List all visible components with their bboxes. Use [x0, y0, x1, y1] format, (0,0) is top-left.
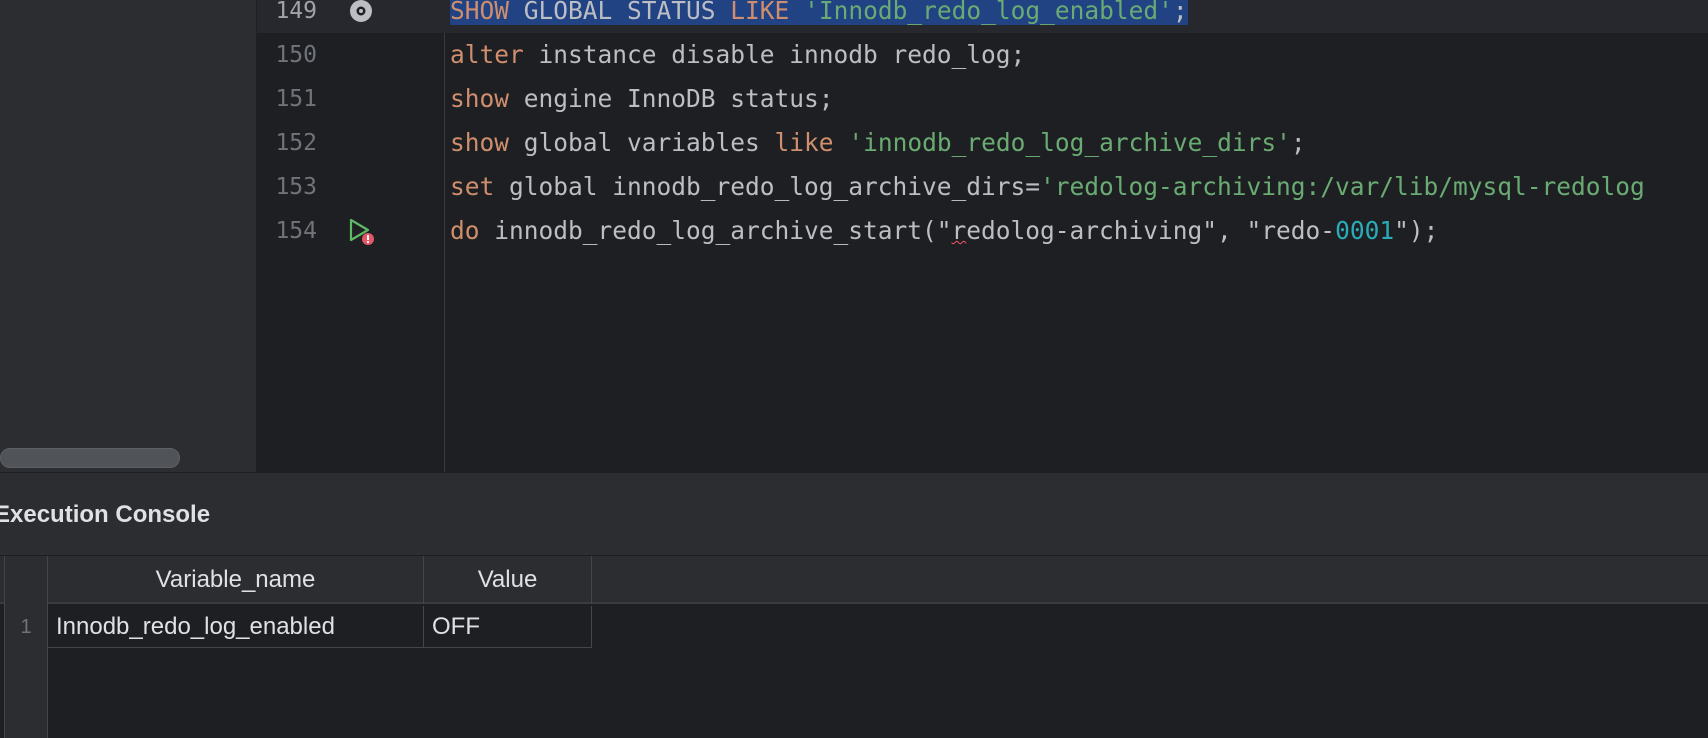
code-token: global variables [509, 128, 775, 157]
code-token: ; [1290, 128, 1306, 157]
tool-window-title: Execution Console [0, 501, 211, 528]
code-token: show [450, 128, 510, 157]
tool-window-header: Execution Console [0, 473, 1708, 555]
code-line[interactable]: 151 show engine InnoDB status; [257, 77, 1708, 121]
code-token: 'innodb_redo_log_archive_dirs' [848, 128, 1291, 157]
code-token: do [450, 216, 480, 245]
code-text[interactable]: show global variables like 'innodb_redo_… [450, 121, 1306, 165]
code-line[interactable]: 149 SHOW GLOBAL STATUS LIKE 'Innodb_redo_… [257, 0, 1708, 33]
column-header-value[interactable]: Value [424, 556, 592, 604]
code-token: edolog-archiving", "redo- [966, 216, 1336, 245]
column-header-variable-name[interactable]: Variable_name [48, 556, 424, 604]
code-token: SHOW [450, 0, 510, 25]
code-text[interactable]: alter instance disable innodb redo_log; [450, 33, 1025, 77]
table-cell-value[interactable]: OFF [424, 606, 592, 648]
horizontal-scrollbar[interactable] [0, 448, 180, 468]
line-number[interactable]: 154 [257, 209, 317, 253]
code-token: GLOBAL STATUS [509, 0, 731, 25]
code-token: r [951, 216, 967, 245]
code-token: 'Innodb_redo_log_enabled' [804, 0, 1173, 25]
code-line[interactable]: 154 do innodb_redo_log_archive_start("red… [257, 209, 1708, 253]
result-grid[interactable]: Variable_name Value 1 Innodb_redo_log_en… [0, 556, 1708, 738]
code-token: set [450, 172, 495, 201]
gear-icon[interactable] [347, 0, 375, 25]
code-text[interactable]: do innodb_redo_log_archive_start("redolo… [450, 209, 1438, 253]
code-token: alter [450, 40, 524, 69]
table-cell-variable-name[interactable]: Innodb_redo_log_enabled [48, 606, 424, 648]
code-text[interactable]: show engine InnoDB status; [450, 77, 834, 121]
code-token: ; [1172, 0, 1188, 25]
line-number[interactable]: 151 [257, 77, 317, 121]
code-text[interactable]: SHOW GLOBAL STATUS LIKE 'Innodb_redo_log… [450, 0, 1188, 33]
code-token: "); [1394, 216, 1439, 245]
sql-editor[interactable]: 149 SHOW GLOBAL STATUS LIKE 'Innodb_redo_… [257, 0, 1708, 472]
code-token: like [774, 128, 834, 157]
code-token: engine InnoDB status; [509, 84, 834, 113]
line-number[interactable]: 150 [257, 33, 317, 77]
code-token: global innodb_redo_log_archive_dirs= [494, 172, 1041, 201]
line-number[interactable]: 153 [257, 165, 317, 209]
code-token: instance disable innodb redo_log; [523, 40, 1026, 69]
line-number[interactable]: 152 [257, 121, 317, 165]
code-line[interactable]: 150 alter instance disable innodb redo_lo… [257, 33, 1708, 77]
code-token: innodb_redo_log_archive_start(" [479, 216, 952, 245]
code-line[interactable]: 153 set global innodb_redo_log_archive_di… [257, 165, 1708, 209]
run-error-icon[interactable] [347, 217, 375, 245]
code-token: LIKE [730, 0, 790, 25]
code-token: show [450, 84, 510, 113]
code-line[interactable]: 152 show global variables like 'innodb_re… [257, 121, 1708, 165]
code-text[interactable]: set global innodb_redo_log_archive_dirs=… [450, 165, 1645, 209]
row-number[interactable]: 1 [4, 606, 48, 648]
code-token: 'redolog-archiving:/var/lib/mysql-redolo… [1040, 172, 1645, 201]
project-panel [0, 0, 256, 472]
line-number[interactable]: 149 [257, 0, 317, 33]
code-token: 0001 [1335, 216, 1395, 245]
